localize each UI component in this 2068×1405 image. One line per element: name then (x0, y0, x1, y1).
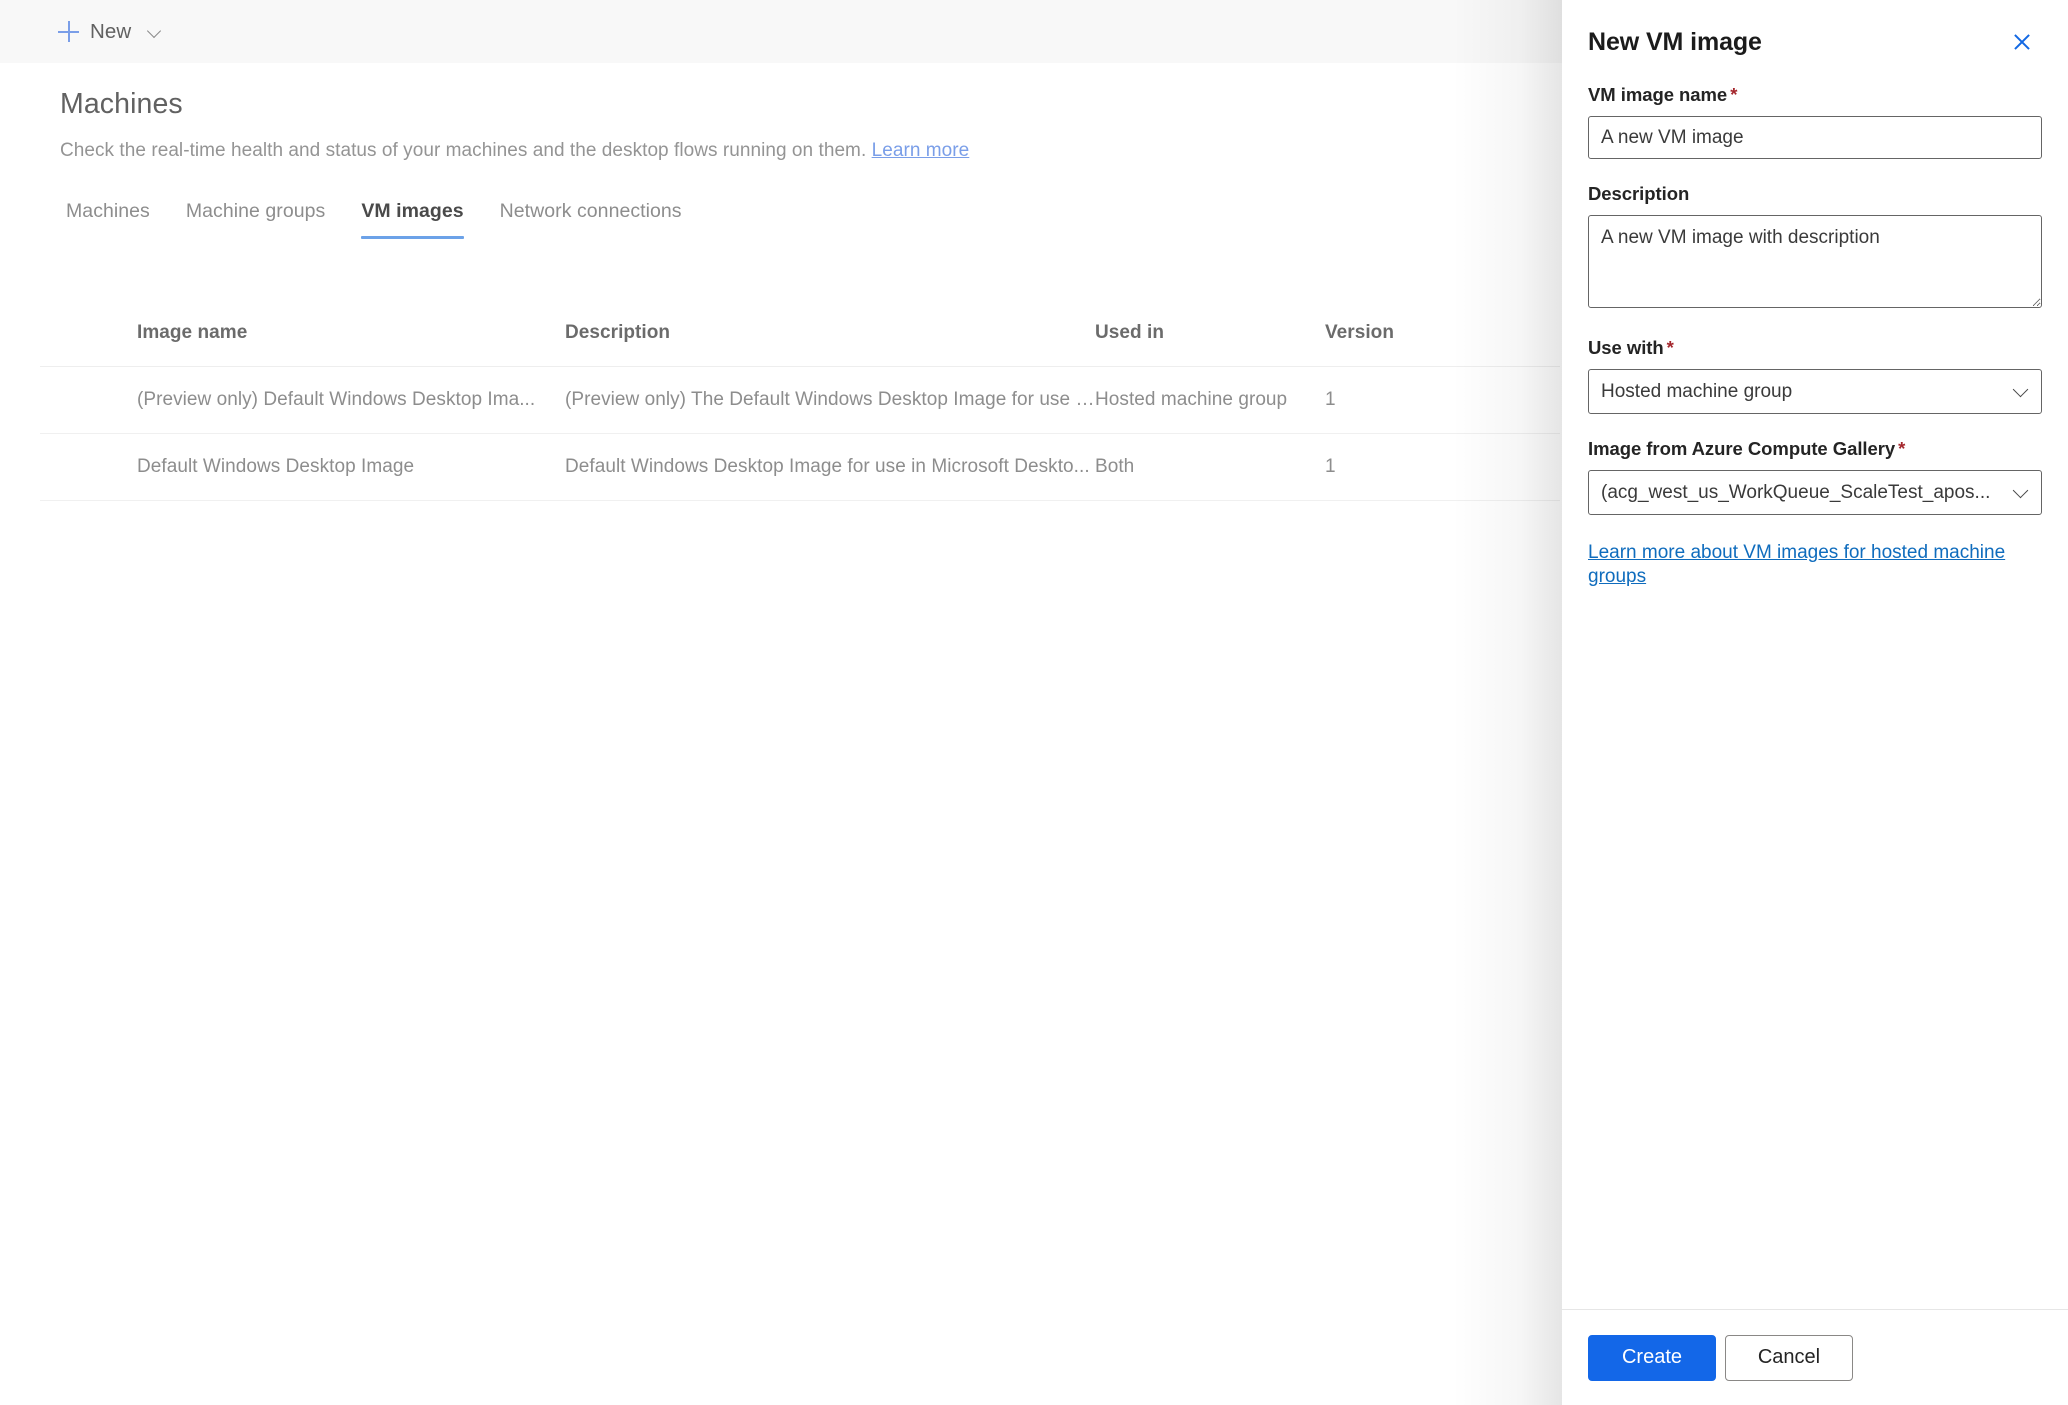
image-gallery-select[interactable]: (acg_west_us_WorkQueue_ScaleTest_apos... (1588, 470, 2042, 515)
label-description: Description (1588, 183, 2042, 205)
learn-more-link[interactable]: Learn more (872, 140, 970, 161)
cell-version: 1 (1325, 389, 1336, 410)
tab-vm-images[interactable]: VM images (343, 200, 481, 239)
new-button-label: New (90, 19, 132, 43)
field-vm-image-name: VM image name * (1588, 84, 2042, 159)
cancel-button[interactable]: Cancel (1725, 1334, 1853, 1381)
vm-images-table: Image name Description Used in Version (… (40, 300, 1560, 501)
table-row[interactable]: (Preview only) Default Windows Desktop I… (40, 367, 1560, 434)
cell-image-name: (Preview only) Default Windows Desktop I… (137, 389, 536, 410)
table-row[interactable]: Default Windows Desktop Image Default Wi… (40, 434, 1560, 501)
tab-machine-groups[interactable]: Machine groups (168, 200, 343, 239)
new-button[interactable]: New (52, 11, 167, 53)
main-content: New Machines Check the real-time health … (0, 0, 1563, 1405)
column-header-version[interactable]: Version (1325, 322, 1485, 344)
required-asterisk: * (1898, 438, 1906, 459)
cell-used-in: Both (1095, 456, 1135, 477)
tab-network-connections-label: Network connections (499, 200, 682, 222)
chevron-down-icon[interactable] (148, 25, 161, 38)
panel-title: New VM image (1588, 27, 1762, 56)
required-asterisk: * (1730, 84, 1738, 105)
field-description: Description A new VM image with descript… (1588, 183, 2042, 313)
vm-image-name-input[interactable] (1588, 116, 2042, 159)
image-gallery-selected-value: (acg_west_us_WorkQueue_ScaleTest_apos... (1601, 481, 1991, 503)
label-description-text: Description (1588, 183, 1690, 204)
use-with-select[interactable]: Hosted machine group (1588, 369, 2042, 414)
cell-image-name: Default Windows Desktop Image (137, 456, 415, 477)
cell-description: (Preview only) The Default Windows Deskt… (565, 389, 1095, 410)
label-vm-image-name: VM image name * (1588, 84, 2042, 106)
tab-machines-label: Machines (66, 200, 150, 222)
page-subtitle: Check the real-time health and status of… (60, 140, 969, 162)
page-title: Machines (60, 88, 183, 120)
label-image-gallery-text: Image from Azure Compute Gallery (1588, 438, 1896, 459)
page-subtitle-text: Check the real-time health and status of… (60, 140, 867, 161)
tab-vm-images-label: VM images (361, 200, 464, 222)
learn-more-vm-images-link[interactable]: Learn more about VM images for hosted ma… (1588, 541, 2042, 590)
column-header-used-in[interactable]: Used in (1095, 322, 1325, 344)
table-header-row: Image name Description Used in Version (40, 300, 1560, 367)
field-use-with: Use with * Hosted machine group (1588, 337, 2042, 414)
app-root: New Machines Check the real-time health … (0, 0, 2068, 1405)
cell-version: 1 (1325, 456, 1336, 477)
cell-used-in: Hosted machine group (1095, 389, 1288, 410)
column-header-image-name[interactable]: Image name (40, 322, 565, 344)
label-use-with-text: Use with (1588, 337, 1664, 358)
command-bar: New (0, 0, 1563, 63)
label-image-gallery: Image from Azure Compute Gallery * (1588, 438, 2042, 460)
field-image-gallery: Image from Azure Compute Gallery * (acg_w… (1588, 438, 2042, 515)
chevron-down-icon (2014, 383, 2027, 396)
tab-machines[interactable]: Machines (60, 200, 168, 239)
cell-description: Default Windows Desktop Image for use in… (565, 456, 1090, 477)
required-asterisk: * (1666, 337, 1674, 358)
plus-icon (58, 21, 79, 42)
tab-list: Machines Machine groups VM images Networ… (60, 200, 700, 239)
label-use-with: Use with * (1588, 337, 2042, 359)
panel-header: New VM image (1562, 0, 2068, 84)
chevron-down-icon (2014, 484, 2027, 497)
label-vm-image-name-text: VM image name (1588, 84, 1728, 105)
panel-body: VM image name* Description A new VM imag… (1562, 84, 2068, 1309)
tab-network-connections[interactable]: Network connections (482, 200, 700, 239)
column-header-description[interactable]: Description (565, 322, 1095, 344)
description-textarea[interactable]: A new VM image with description (1588, 215, 2042, 308)
create-button[interactable]: Create (1588, 1334, 1716, 1381)
new-vm-image-panel: New VM image VM image name* Description … (1562, 0, 2068, 1405)
panel-footer: Create Cancel (1562, 1309, 2068, 1405)
use-with-selected-value: Hosted machine group (1601, 380, 1793, 402)
close-button[interactable] (2002, 22, 2042, 62)
close-icon (2012, 32, 2032, 52)
tab-machine-groups-label: Machine groups (185, 200, 326, 222)
